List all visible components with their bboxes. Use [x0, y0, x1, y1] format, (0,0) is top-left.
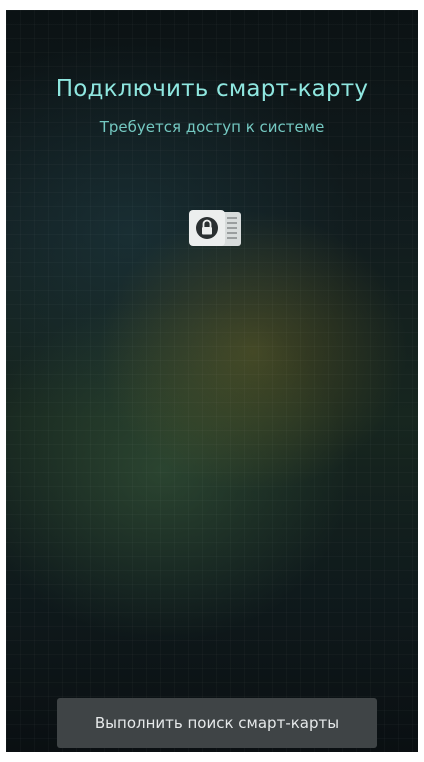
- page-title: Подключить смарт-карту: [55, 76, 369, 102]
- smart-card-lock-icon: [183, 206, 247, 250]
- smart-card-screen: Подключить смарт-карту Требуется доступ …: [6, 10, 418, 752]
- page-subtitle: Требуется доступ к системе: [99, 118, 325, 136]
- search-smart-card-button[interactable]: Выполнить поиск смарт-карты: [57, 698, 377, 748]
